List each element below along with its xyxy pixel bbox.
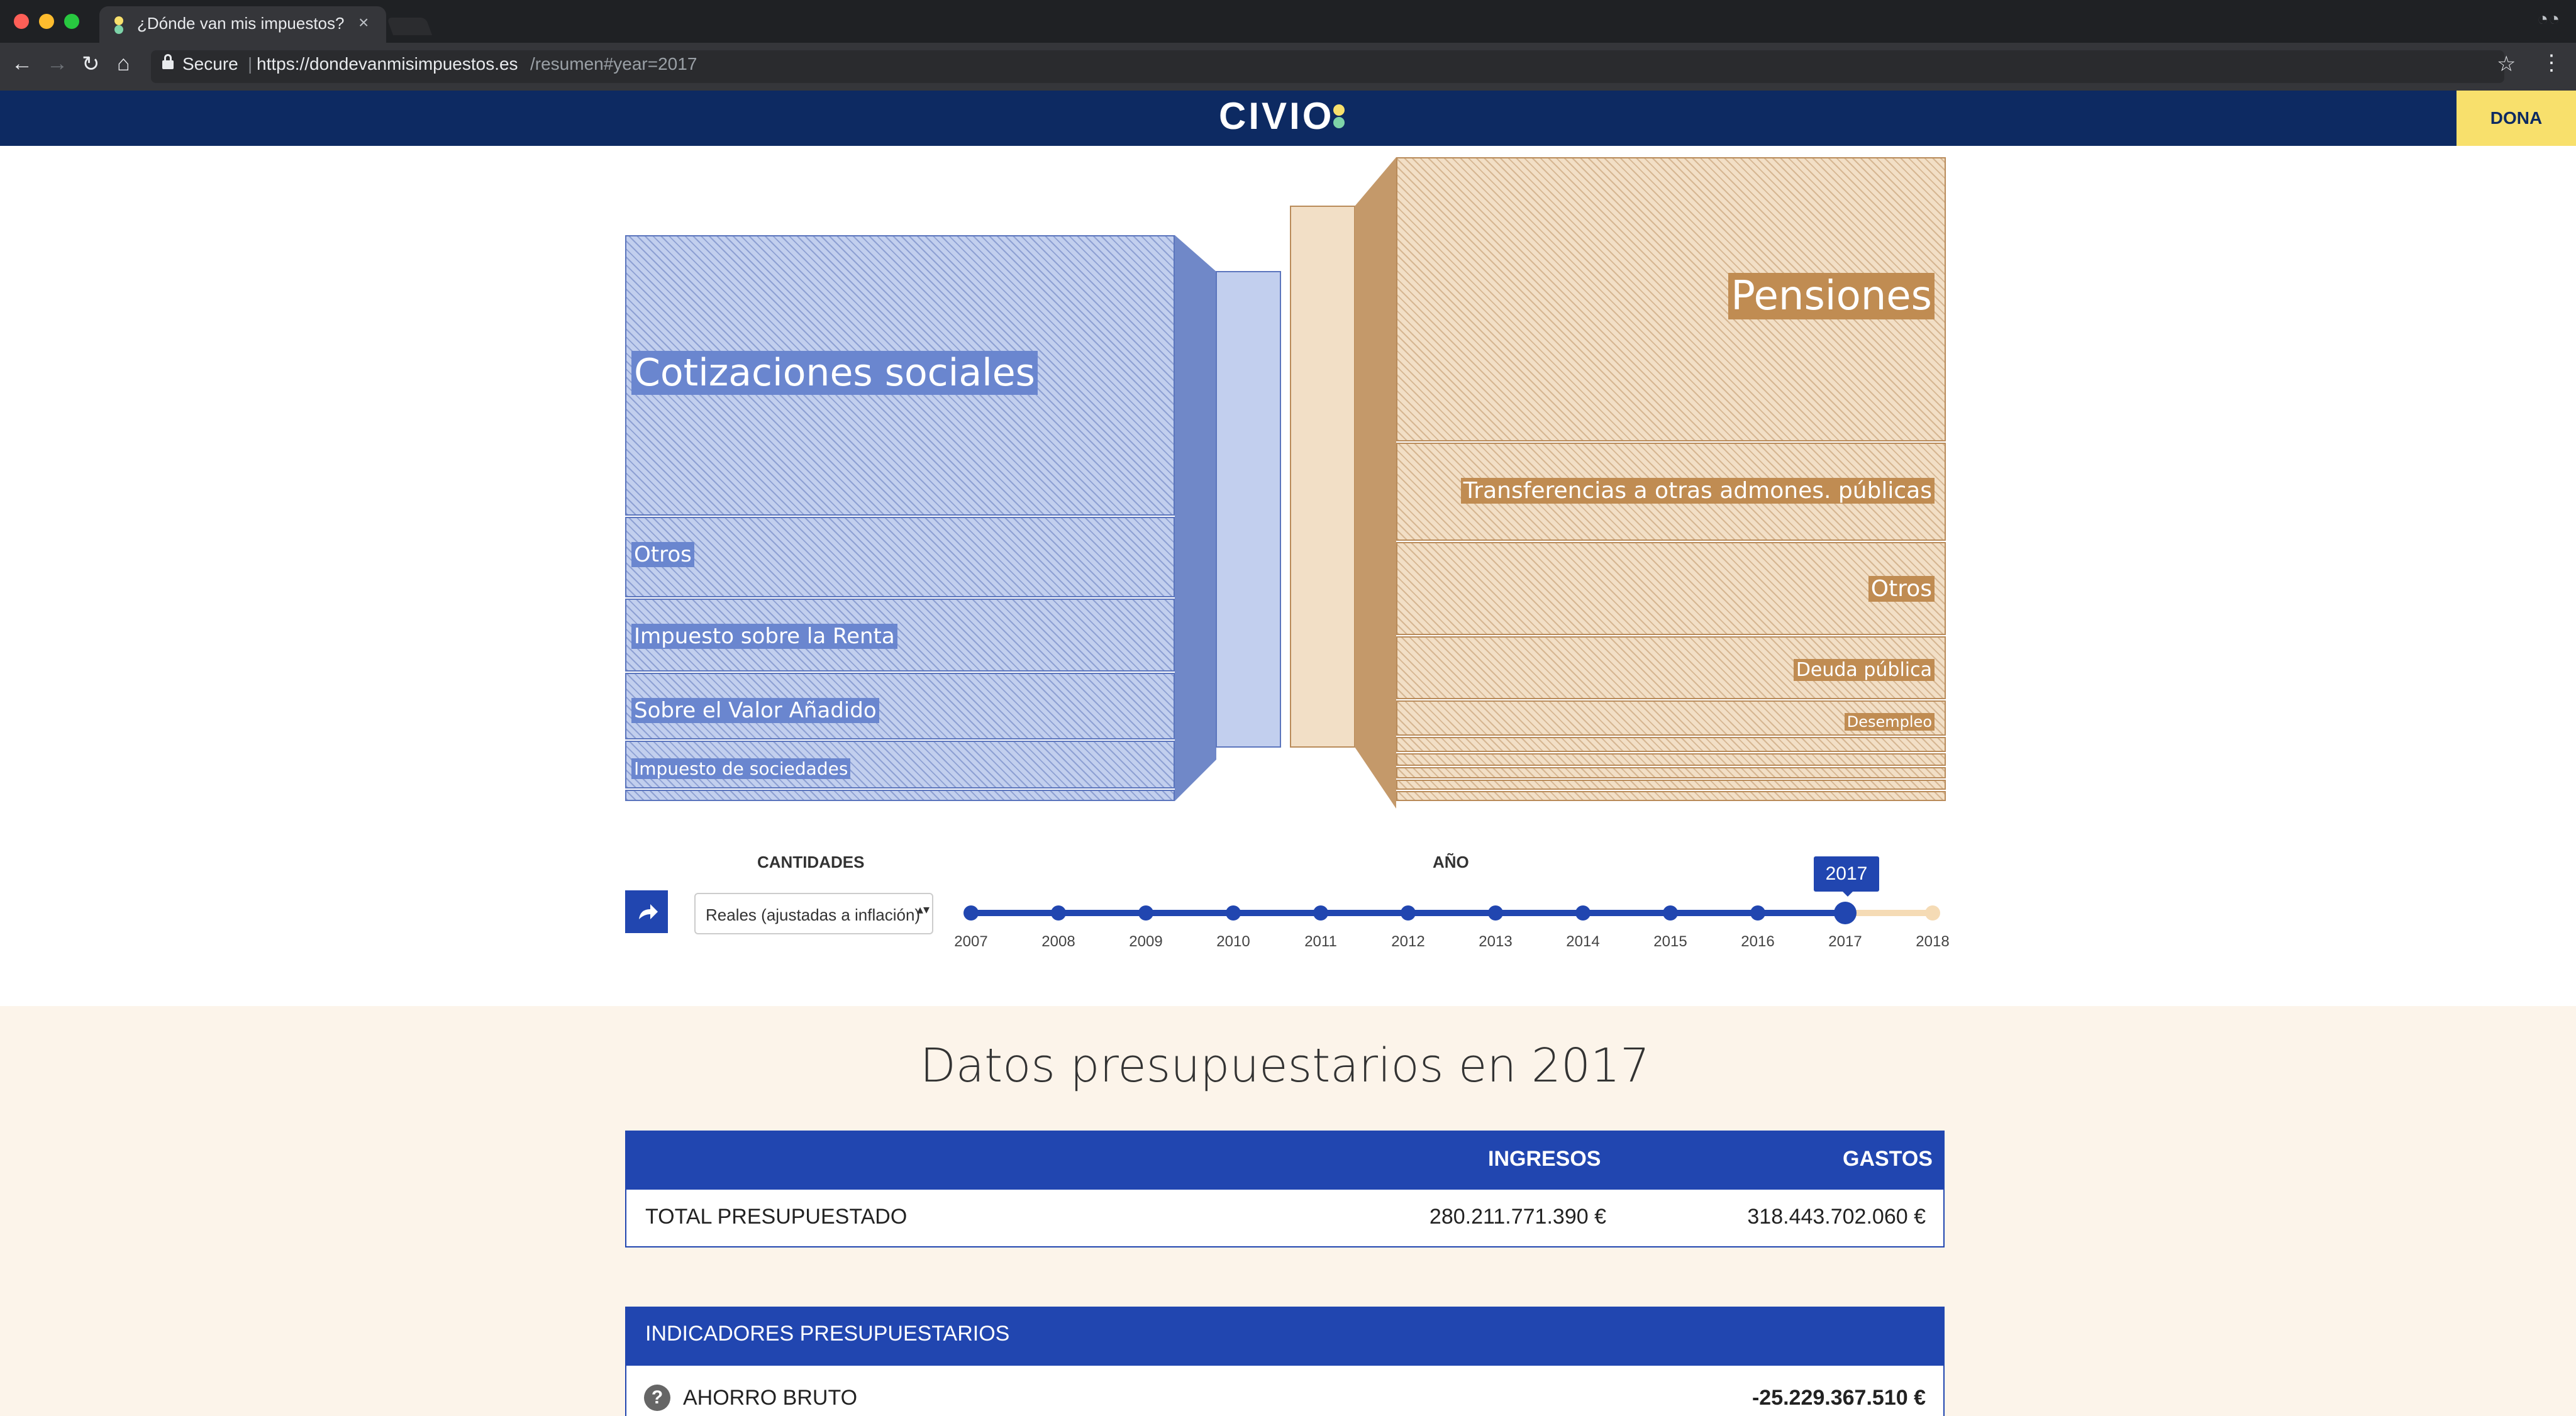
help-icon[interactable]: ? — [644, 1385, 670, 1411]
selected-year-badge: 2017 — [1814, 856, 1879, 892]
year-label-2018[interactable]: 2018 — [1907, 933, 1958, 951]
tab-title: ¿Dónde van mis impuestos? — [137, 14, 345, 33]
income-funnel — [1175, 235, 1216, 801]
year-dot-2011[interactable] — [1313, 905, 1328, 921]
browser-tab-bar — [0, 0, 2576, 43]
new-tab-button[interactable] — [386, 18, 433, 35]
year-label-2014[interactable]: 2014 — [1558, 933, 1608, 951]
tab-close-icon[interactable]: × — [358, 13, 369, 33]
budget-title: Datos presupuestarios en 2017 — [919, 1039, 1650, 1093]
year-timeline-track[interactable] — [971, 910, 1933, 916]
back-icon[interactable]: ← — [11, 52, 33, 76]
budget-flow-chart: Cotizaciones sociales Otros Impuesto sob… — [623, 155, 1950, 815]
expense-block-small-2[interactable] — [1396, 753, 1946, 766]
year-dot-2007[interactable] — [963, 905, 979, 921]
year-dot-2012[interactable] — [1401, 905, 1416, 921]
year-label-2013[interactable]: 2013 — [1470, 933, 1521, 951]
year-dot-2009[interactable] — [1138, 905, 1153, 921]
year-timeline-future — [1844, 910, 1933, 916]
share-button[interactable] — [625, 890, 668, 933]
expense-total-bar[interactable] — [1290, 206, 1355, 748]
year-dot-2013[interactable] — [1488, 905, 1503, 921]
gross-savings-value: -25.229.367.510 € — [1752, 1386, 1926, 1410]
expenses-column-header: GASTOS — [1843, 1147, 1933, 1171]
year-label-2011[interactable]: 2011 — [1296, 933, 1346, 951]
expense-block-small-4[interactable] — [1396, 780, 1946, 790]
logo-dots-icon — [1333, 104, 1346, 130]
expense-block-small-3[interactable] — [1396, 767, 1946, 778]
year-dot-2015[interactable] — [1663, 905, 1678, 921]
year-label-2016[interactable]: 2016 — [1733, 933, 1783, 951]
year-dot-2018[interactable] — [1925, 905, 1940, 921]
select-arrows-icon: ▴▾ — [917, 903, 930, 917]
total-budget-label: TOTAL PRESUPUESTADO — [645, 1205, 908, 1229]
minimize-window-button[interactable] — [39, 14, 54, 29]
expense-label-desempleo: Desempleo — [1844, 713, 1935, 731]
expense-funnel — [1355, 157, 1396, 809]
expense-block-otros[interactable] — [1396, 542, 1946, 635]
expense-label-otros: Otros — [1868, 576, 1935, 602]
donate-button[interactable]: DONA — [2457, 91, 2576, 146]
amounts-select[interactable]: Reales (ajustadas a inflación) — [694, 893, 933, 934]
url-separator: | — [248, 54, 253, 74]
expense-label-deuda: Deuda pública — [1793, 659, 1935, 681]
reload-icon[interactable]: ↻ — [82, 52, 100, 77]
year-dot-2008[interactable] — [1051, 905, 1066, 921]
civio-logo[interactable]: CIVIO — [1219, 94, 1340, 138]
expense-label-transferencias: Transferencias a otras admones. públicas — [1460, 478, 1935, 504]
gross-savings-label: AHORRO BRUTO — [683, 1386, 858, 1410]
maximize-window-button[interactable] — [64, 14, 79, 29]
year-label-2012[interactable]: 2012 — [1383, 933, 1433, 951]
year-label-2009[interactable]: 2009 — [1121, 933, 1171, 951]
total-income-value: 280.211.771.390 € — [1429, 1205, 1606, 1229]
amounts-heading: CANTIDADES — [757, 853, 865, 871]
secure-label: Secure — [182, 54, 238, 74]
browser-menu-icon[interactable]: ⋮ — [2541, 50, 2562, 75]
url-host[interactable]: https://dondevanmisimpuestos.es — [257, 54, 518, 74]
expense-block-small-5[interactable] — [1396, 791, 1946, 801]
total-expenses-value: 318.443.702.060 € — [1747, 1205, 1926, 1229]
income-total-bar[interactable] — [1216, 271, 1281, 748]
year-slider-handle[interactable] — [1834, 902, 1857, 924]
year-badge-pointer — [1841, 890, 1854, 897]
close-window-button[interactable] — [14, 14, 29, 29]
forward-icon[interactable]: → — [47, 52, 68, 76]
lock-icon[interactable] — [162, 54, 174, 70]
expense-label-pensiones: Pensiones — [1728, 273, 1935, 319]
bookmark-star-icon[interactable]: ☆ — [2497, 52, 2516, 77]
year-label-2008[interactable]: 2008 — [1033, 933, 1084, 951]
home-icon[interactable]: ⌂ — [117, 52, 130, 76]
incognito-icon: ◔◔ — [2537, 9, 2560, 30]
totals-table-header — [625, 1131, 1945, 1190]
year-heading: AÑO — [1433, 853, 1469, 871]
year-dot-2016[interactable] — [1750, 905, 1765, 921]
year-label-2007[interactable]: 2007 — [946, 933, 996, 951]
year-dot-2014[interactable] — [1575, 905, 1591, 921]
share-arrow-icon — [639, 904, 658, 919]
year-label-2017[interactable]: 2017 — [1820, 933, 1870, 951]
expense-block-small-1[interactable] — [1396, 737, 1946, 752]
favicon-icon — [114, 16, 123, 34]
year-label-2010[interactable]: 2010 — [1208, 933, 1258, 951]
year-label-2015[interactable]: 2015 — [1645, 933, 1696, 951]
indicators-title: INDICADORES PRESUPUESTARIOS — [645, 1322, 1010, 1346]
url-path[interactable]: /resumen#year=2017 — [530, 54, 697, 74]
year-dot-2010[interactable] — [1226, 905, 1241, 921]
income-column-header: INGRESOS — [1488, 1147, 1601, 1171]
